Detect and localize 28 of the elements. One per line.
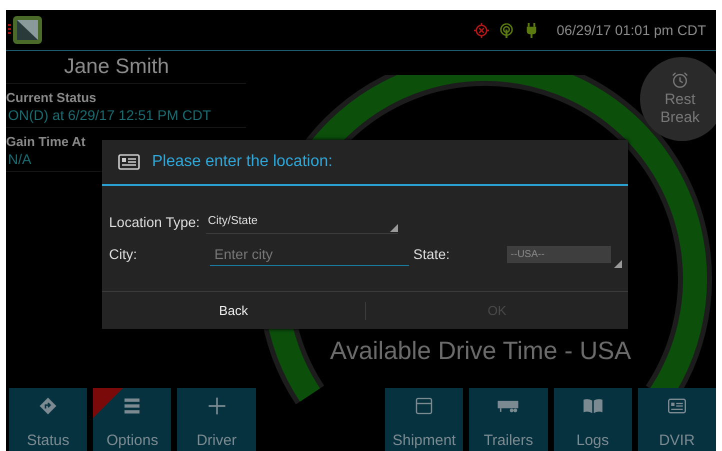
date-time: 06/29/17 01:01 pm CDT [556, 22, 706, 38]
signal-icon [498, 22, 514, 38]
app-logo-icon[interactable] [8, 15, 44, 45]
nav-button[interactable]: Driver [177, 388, 256, 451]
open-book-icon [582, 396, 604, 416]
target-icon [474, 22, 489, 38]
nav-button[interactable]: Logs [554, 388, 632, 451]
gauge-label: Available Drive Time - USA [330, 337, 632, 366]
id-card-icon [666, 396, 688, 416]
rest-break-button[interactable]: Rest Break [640, 57, 716, 141]
nav-button[interactable]: Options [93, 388, 172, 451]
id-card-icon [118, 154, 140, 170]
plus-icon [206, 396, 228, 416]
nav-button[interactable]: Status [9, 388, 88, 451]
nav-button[interactable]: Trailers [469, 388, 548, 451]
gain-time-label: Gain Time At [6, 134, 86, 149]
location-type-dropdown[interactable]: City/State [206, 210, 398, 234]
alarm-clock-icon [671, 71, 689, 89]
dialog-button[interactable]: Back [102, 292, 365, 329]
city-label: City: [109, 246, 138, 262]
nav-button[interactable]: Shipment [385, 388, 464, 451]
location-type-label: Location Type: [109, 214, 200, 230]
city-input-field[interactable]: Enter city [210, 242, 410, 266]
driver-name: Jane Smith [6, 51, 246, 84]
nav-button[interactable]: DVIR [638, 388, 716, 451]
current-status-label: Current Status [6, 90, 96, 105]
state-label: State: [413, 246, 451, 262]
current-status-value: ON(D) at 6/29/17 12:51 PM CDT [6, 105, 246, 128]
